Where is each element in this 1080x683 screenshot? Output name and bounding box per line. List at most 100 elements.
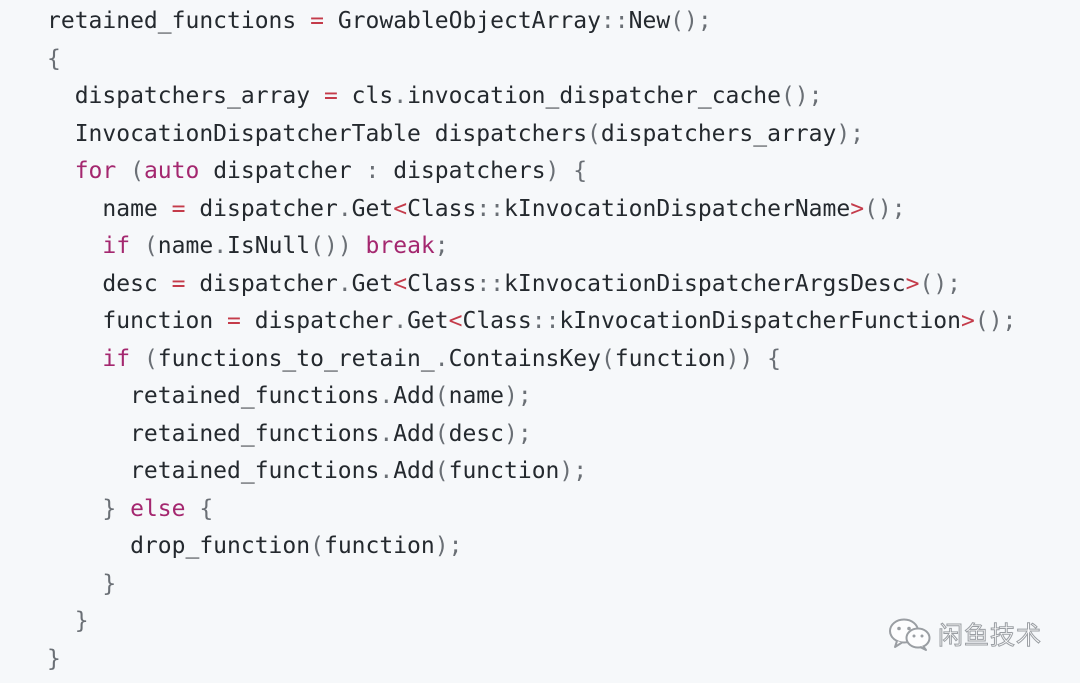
code-token: = bbox=[227, 308, 241, 334]
code-token: desc bbox=[47, 270, 172, 297]
code-token: ContainsKey bbox=[448, 345, 601, 372]
code-token: dispatcher bbox=[185, 195, 338, 222]
code-token: cls bbox=[337, 83, 394, 109]
code-token: functions_to_retain_ bbox=[157, 345, 435, 372]
code-token: IsNull bbox=[227, 233, 311, 259]
code-token: dispatchers_array bbox=[47, 83, 324, 109]
watermark: 闲鱼技术 bbox=[888, 614, 1042, 654]
code-token: kInvocationDispatcherName bbox=[504, 195, 851, 222]
code-token: > bbox=[850, 195, 865, 222]
code-token: = bbox=[171, 195, 186, 222]
code-token: (); bbox=[919, 270, 962, 297]
code-token: ( bbox=[130, 233, 158, 259]
code-token: dispatchers_array bbox=[600, 120, 837, 147]
code-token: > bbox=[905, 270, 920, 297]
code-token: retained_functions bbox=[47, 8, 311, 34]
code-token: if bbox=[102, 345, 131, 372]
code-token: } bbox=[47, 495, 131, 522]
code-token: ( bbox=[116, 158, 144, 184]
code-token: desc bbox=[448, 420, 504, 447]
code-token: retained_functions bbox=[47, 383, 380, 409]
code-token: invocation_dispatcher_cache bbox=[407, 83, 781, 109]
code-line: name = dispatcher.Get<Class::kInvocation… bbox=[47, 191, 1016, 229]
code-token: = bbox=[310, 8, 324, 34]
code-token: Class bbox=[407, 270, 477, 297]
code-token: dispatcher bbox=[240, 308, 394, 334]
code-token: ( bbox=[434, 383, 449, 409]
code-token: :: bbox=[600, 8, 629, 34]
code-token: Add bbox=[393, 420, 435, 447]
code-token: . bbox=[337, 195, 352, 222]
code-token: . bbox=[379, 458, 394, 484]
code-line: } bbox=[47, 603, 1016, 641]
watermark-text: 闲鱼技术 bbox=[937, 621, 1043, 651]
code-line: retained_functions.Add(function); bbox=[47, 453, 1016, 491]
code-token: :: bbox=[476, 270, 505, 297]
code-token: = bbox=[323, 83, 338, 109]
code-token: dispatchers bbox=[379, 158, 546, 184]
code-token: if bbox=[102, 233, 131, 259]
code-token: retained_functions bbox=[47, 420, 380, 447]
code-line: retained_functions = GrowableObjectArray… bbox=[47, 3, 1016, 41]
code-token: < bbox=[393, 195, 408, 222]
code-line: } bbox=[47, 641, 1016, 679]
code-line: { bbox=[47, 41, 1016, 79]
code-token: function bbox=[323, 533, 435, 559]
code-token: name bbox=[47, 195, 172, 222]
code-token: name bbox=[157, 233, 214, 259]
code-token: function bbox=[47, 308, 228, 334]
code-token: auto bbox=[143, 158, 200, 184]
code-line: } bbox=[47, 566, 1016, 604]
code-line: desc = dispatcher.Get<Class::kInvocation… bbox=[47, 266, 1016, 304]
code-token: (); bbox=[670, 8, 712, 34]
code-token: } bbox=[47, 570, 117, 597]
code-token: function bbox=[614, 345, 726, 372]
code-token: ; bbox=[434, 233, 449, 259]
code-token: :: bbox=[531, 308, 560, 334]
code-token: ); bbox=[504, 383, 532, 409]
code-screenshot: retained_functions = GrowableObjectArray… bbox=[0, 0, 1080, 683]
code-line: if (functions_to_retain_.ContainsKey(fun… bbox=[47, 341, 1016, 379]
code-token: drop_function bbox=[47, 533, 311, 559]
code-token: ()) bbox=[310, 233, 366, 259]
code-token: dispatcher bbox=[185, 270, 338, 297]
code-line: } else { bbox=[47, 491, 1016, 529]
code-token: ); bbox=[559, 458, 588, 484]
code-token: ); bbox=[836, 120, 865, 147]
code-token: )) { bbox=[725, 345, 781, 372]
code-token: GrowableObjectArray bbox=[323, 8, 601, 34]
wechat-icon bbox=[889, 618, 931, 651]
code-token: { bbox=[47, 45, 61, 72]
code-line: if (name.IsNull()) break; bbox=[47, 228, 1016, 266]
code-line: InvocationDispatcherTable dispatchers(di… bbox=[47, 116, 1016, 154]
code-token: Get bbox=[351, 195, 394, 222]
code-token: break bbox=[365, 233, 435, 259]
code-token: function bbox=[448, 458, 560, 484]
code-token: Add bbox=[393, 458, 435, 484]
code-token: (); bbox=[974, 308, 1017, 334]
code-token: > bbox=[961, 308, 975, 334]
code-token: } bbox=[47, 645, 61, 672]
code-line: retained_functions.Add(desc); bbox=[47, 416, 1016, 454]
code-token: Get bbox=[407, 308, 449, 334]
code-token: . bbox=[393, 308, 408, 334]
code-token: for bbox=[74, 158, 117, 184]
code-token: Add bbox=[393, 383, 435, 409]
code-token: < bbox=[448, 308, 463, 334]
code-token: ) { bbox=[545, 158, 588, 184]
code-token: else bbox=[130, 495, 186, 522]
code-token: retained_functions bbox=[47, 458, 380, 484]
code-token: ( bbox=[310, 533, 324, 559]
code-line: function = dispatcher.Get<Class::kInvoca… bbox=[47, 303, 1016, 341]
code-token: ( bbox=[130, 345, 158, 372]
code-token: Get bbox=[351, 270, 394, 297]
code-token: . bbox=[434, 345, 449, 372]
code-line: drop_function(function); bbox=[47, 528, 1016, 566]
code-token: } bbox=[47, 608, 89, 634]
code-token: (); bbox=[780, 83, 823, 109]
code-token: (); bbox=[864, 195, 906, 222]
code-token: ( bbox=[434, 458, 449, 484]
code-token: ( bbox=[434, 420, 449, 447]
code-line: dispatchers_array = cls.invocation_dispa… bbox=[47, 78, 1016, 116]
